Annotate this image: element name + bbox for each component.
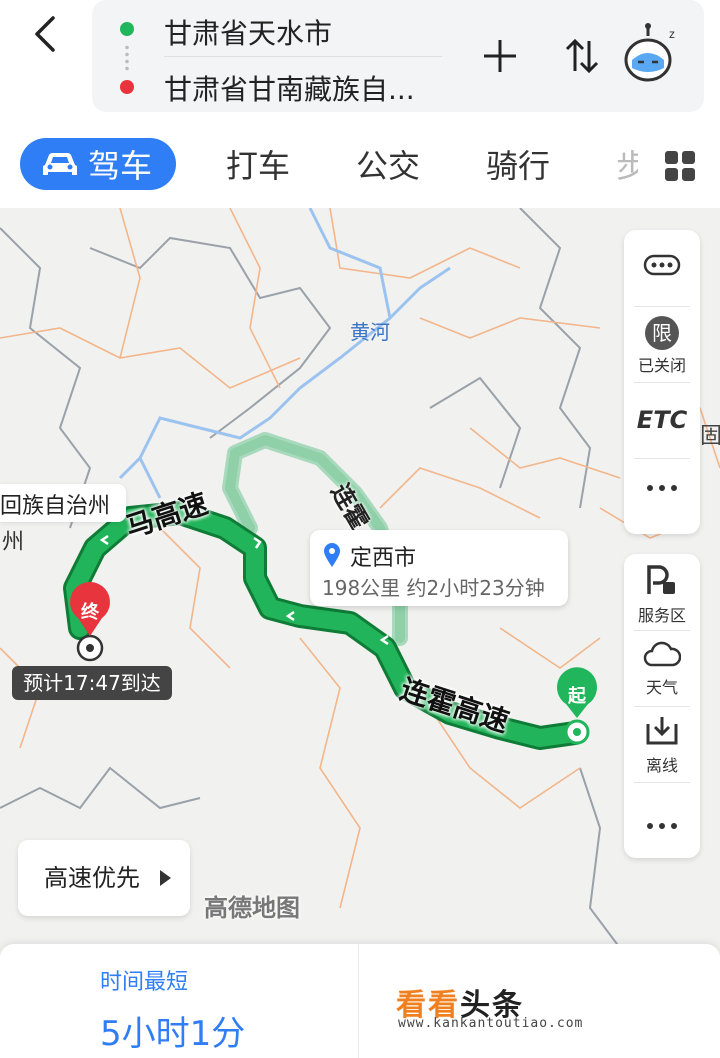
river-label: 黄河 (350, 320, 390, 344)
transport-tabs: 驾车 打车 公交 骑行 步 (0, 130, 720, 200)
service-area-icon (647, 565, 675, 594)
swap-icon (565, 38, 599, 74)
add-waypoint-button[interactable] (480, 36, 520, 76)
restriction-button[interactable]: 限 已关闭 (624, 316, 700, 376)
location-pin-icon (324, 543, 340, 567)
tab-bike[interactable]: 骑行 (486, 138, 550, 190)
offline-label: 离线 (645, 756, 678, 775)
end-marker-label: 终 (81, 602, 99, 623)
robot-icon: z (624, 23, 675, 82)
route-summary-panel[interactable]: 时间最短 5小时1分 看看头条 www.kankantoutiao.com (0, 944, 720, 1058)
divider (634, 382, 690, 383)
eta-badge: 预计17:47到达 (12, 666, 172, 700)
divider (634, 306, 690, 307)
route-option-label: 时间最短 (100, 970, 189, 995)
cloud-icon (643, 641, 682, 667)
car-icon (43, 153, 77, 175)
weather-button[interactable]: 天气 (624, 640, 700, 698)
divider (634, 706, 690, 707)
divider (634, 458, 690, 459)
tab-bus[interactable]: 公交 (356, 138, 420, 190)
route-preference-button[interactable]: 高速优先 (18, 840, 190, 916)
service-area-button[interactable]: 服务区 (624, 564, 700, 626)
plus-icon (484, 40, 516, 72)
grid-icon (665, 151, 695, 181)
chevron-left-icon (35, 16, 55, 52)
more-modes-button[interactable] (662, 148, 698, 184)
divider (164, 56, 442, 57)
etc-button[interactable]: ETC (624, 406, 700, 434)
traffic-icon (643, 254, 681, 276)
area-label-2: 州 (2, 530, 25, 555)
start-dot-icon (120, 22, 134, 36)
callout-title: 定西市 (350, 546, 417, 571)
more-icon (647, 485, 677, 491)
tab-label: 驾车 (88, 147, 153, 185)
tab-taxi[interactable]: 打车 (226, 138, 290, 190)
swap-route-button[interactable] (562, 36, 602, 76)
map-watermark: 高德地图 (204, 894, 300, 922)
route-tools-panel: 服务区 天气 离线 (624, 554, 700, 858)
traffic-button[interactable] (624, 254, 700, 280)
end-location-input[interactable]: 甘肃省甘南藏族自... (164, 68, 415, 108)
waypoint-callout[interactable]: 定西市 198公里 约2小时23分钟 (310, 530, 568, 606)
start-marker-label: 起 (568, 686, 586, 707)
download-icon (646, 717, 678, 745)
more-route-tools-button[interactable] (624, 816, 700, 835)
route-dots-icon (125, 44, 129, 72)
edge-area-label: 固原 (700, 424, 720, 449)
weather-label: 天气 (645, 678, 678, 697)
assistant-button[interactable]: z (622, 22, 682, 86)
brand-url: www.kankantoutiao.com (398, 1016, 584, 1031)
route-duration: 5小时1分 (100, 1014, 246, 1054)
callout-subtitle: 198公里 约2小时23分钟 (322, 576, 545, 600)
route-input-box: 甘肃省天水市 甘肃省甘南藏族自... z (92, 0, 704, 112)
triangle-right-icon (160, 870, 171, 886)
divider (358, 944, 359, 1058)
back-button[interactable] (20, 10, 68, 58)
divider (634, 630, 690, 631)
tab-walk[interactable]: 步 (616, 138, 638, 190)
map-tools-panel: 限 已关闭 ETC (624, 230, 700, 534)
divider (634, 782, 690, 783)
more-icon (647, 823, 677, 829)
offline-button[interactable]: 离线 (624, 714, 700, 776)
service-area-label: 服务区 (637, 606, 686, 625)
area-label: 回族自治州 (0, 484, 126, 522)
end-dot-icon (120, 80, 134, 94)
start-location-input[interactable]: 甘肃省天水市 (164, 12, 332, 52)
route-header: 甘肃省天水市 甘肃省甘南藏族自... z (0, 0, 720, 120)
restriction-icon: 限 (645, 316, 679, 350)
tab-drive[interactable]: 驾车 (20, 138, 176, 190)
map-canvas[interactable]: 黄河 连霍 连霍高速 马高速 回族自治州 州 定西市 198公里 约2小时23分… (0, 208, 720, 960)
svg-text:z: z (669, 27, 675, 41)
restriction-label: 已关闭 (637, 356, 686, 375)
more-tools-button[interactable] (624, 478, 700, 497)
route-preference-label: 高速优先 (44, 864, 140, 892)
